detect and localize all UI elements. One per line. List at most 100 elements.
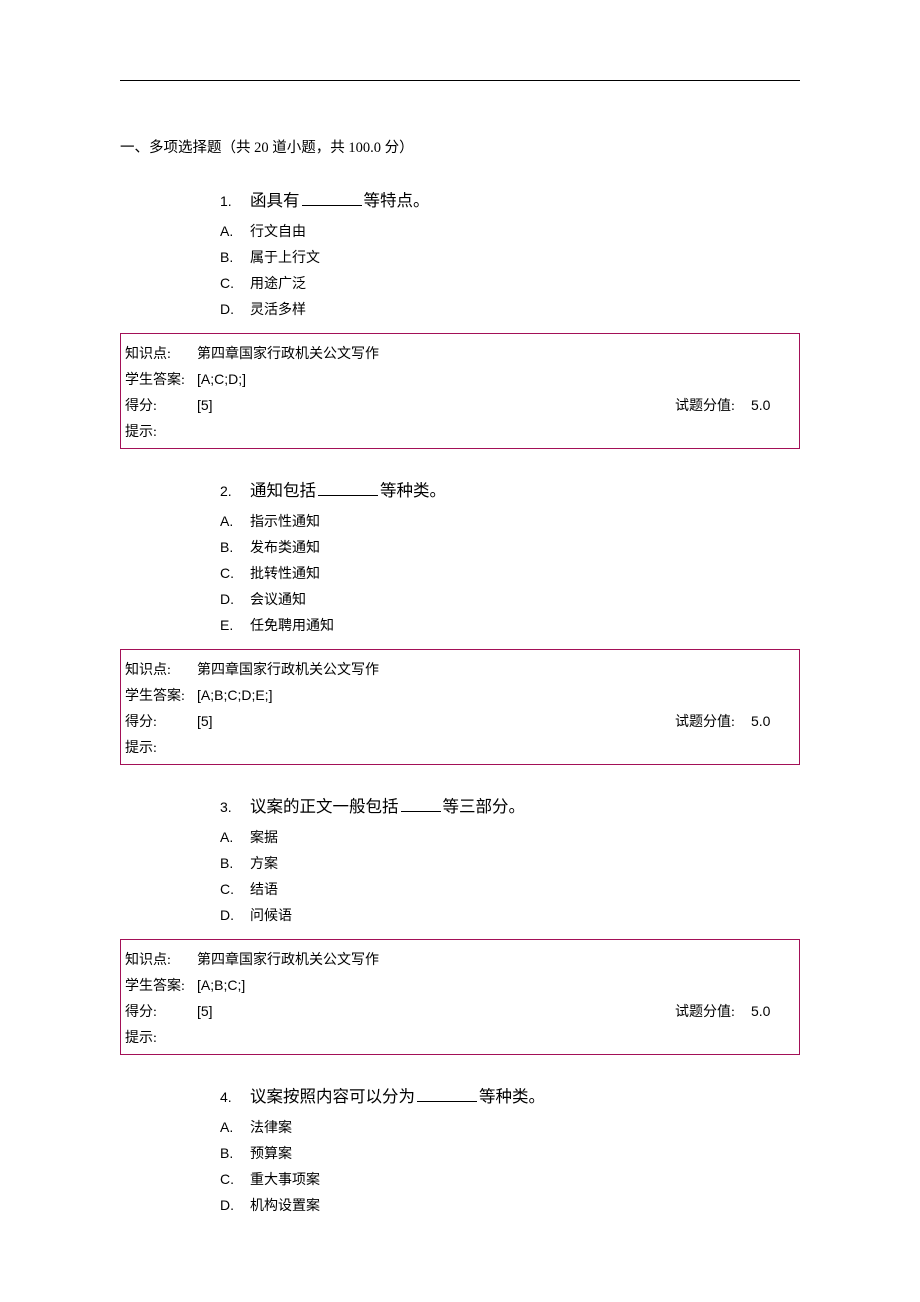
- stem-post: 等种类。: [479, 1087, 545, 1106]
- option-item: B.方案: [220, 853, 800, 873]
- option-letter: A.: [220, 1119, 250, 1135]
- option-item: A.指示性通知: [220, 511, 800, 531]
- question-text: 议案按照内容可以分为 等种类。: [250, 1083, 545, 1107]
- option-letter: A.: [220, 223, 250, 239]
- option-item: B.发布类通知: [220, 537, 800, 557]
- option-letter: C.: [220, 565, 250, 581]
- top-divider: [120, 80, 800, 81]
- answer-box: 知识点:第四章国家行政机关公文写作学生答案:[A;C;D;]得分:[5]试题分值…: [120, 333, 800, 449]
- stem-pre: 议案按照内容可以分为: [250, 1087, 415, 1106]
- question-text: 通知包括 等种类。: [250, 477, 446, 501]
- question-number: 1.: [220, 193, 250, 209]
- option-item: D.灵活多样: [220, 299, 800, 319]
- option-text: 会议通知: [250, 589, 306, 609]
- stem-post: 等种类。: [380, 481, 446, 500]
- option-text: 属于上行文: [250, 247, 320, 267]
- fill-blank: [401, 796, 441, 813]
- option-text: 法律案: [250, 1117, 292, 1137]
- student-answer-label: 学生答案:: [125, 975, 197, 995]
- question-block: 1.函具有等特点。A.行文自由B.属于上行文C.用途广泛D.灵活多样: [220, 187, 800, 319]
- answer-box: 知识点:第四章国家行政机关公文写作学生答案:[A;B;C;]得分:[5]试题分值…: [120, 939, 800, 1055]
- option-text: 用途广泛: [250, 273, 306, 293]
- option-text: 重大事项案: [250, 1169, 320, 1189]
- option-letter: D.: [220, 1197, 250, 1213]
- stem-post: 等特点。: [364, 191, 430, 210]
- hint-label: 提示:: [125, 737, 197, 757]
- hint-label: 提示:: [125, 421, 197, 441]
- option-text: 问候语: [250, 905, 292, 925]
- student-answer-row: 学生答案:[A;C;D;]: [121, 366, 799, 392]
- stem-post: 等三部分。: [443, 797, 526, 816]
- option-letter: D.: [220, 301, 250, 317]
- options-list: A.法律案B.预算案C.重大事项案D.机构设置案: [220, 1117, 800, 1215]
- option-item: E.任免聘用通知: [220, 615, 800, 635]
- question-number: 3.: [220, 799, 250, 815]
- question-block: 4.议案按照内容可以分为等种类。A.法律案B.预算案C.重大事项案D.机构设置案: [220, 1083, 800, 1215]
- option-text: 发布类通知: [250, 537, 320, 557]
- full-score-value: 5.0: [751, 397, 791, 413]
- full-score-label: 试题分值:: [675, 1001, 751, 1021]
- question-stem: 3.议案的正文一般包括等三部分。: [220, 793, 800, 817]
- score-row: 得分:[5]试题分值:5.0: [121, 392, 799, 418]
- student-answer-row: 学生答案:[A;B;C;]: [121, 972, 799, 998]
- hint-row: 提示:: [121, 734, 799, 760]
- option-text: 批转性通知: [250, 563, 320, 583]
- hint-row: 提示:: [121, 418, 799, 444]
- option-item: C.批转性通知: [220, 563, 800, 583]
- option-item: D.机构设置案: [220, 1195, 800, 1215]
- question-number: 2.: [220, 483, 250, 499]
- option-letter: B.: [220, 1145, 250, 1161]
- options-list: A.行文自由B.属于上行文C.用途广泛D.灵活多样: [220, 221, 800, 319]
- question-block: 3.议案的正文一般包括等三部分。A.案据B.方案C.结语D.问候语: [220, 793, 800, 925]
- knowledge-row: 知识点:第四章国家行政机关公文写作: [121, 656, 799, 682]
- option-text: 任免聘用通知: [250, 615, 334, 635]
- section-header: 一、多项选择题（共 20 道小题，共 100.0 分）: [120, 136, 800, 157]
- options-list: A.案据B.方案C.结语D.问候语: [220, 827, 800, 925]
- student-answer-value: [A;B;C;]: [197, 977, 791, 993]
- fill-blank: [318, 480, 378, 497]
- option-letter: D.: [220, 591, 250, 607]
- document-page: 一、多项选择题（共 20 道小题，共 100.0 分） 1.函具有等特点。A.行…: [0, 0, 920, 1283]
- option-letter: B.: [220, 855, 250, 871]
- question-stem: 2.通知包括 等种类。: [220, 477, 800, 501]
- full-score-value: 5.0: [751, 713, 791, 729]
- hint-row: 提示:: [121, 1024, 799, 1050]
- student-answer-label: 学生答案:: [125, 685, 197, 705]
- full-score-label: 试题分值:: [675, 711, 751, 731]
- student-answer-value: [A;C;D;]: [197, 371, 791, 387]
- option-letter: C.: [220, 275, 250, 291]
- score-label: 得分:: [125, 1001, 197, 1021]
- option-text: 指示性通知: [250, 511, 320, 531]
- score-value: [5]: [197, 1003, 213, 1019]
- option-text: 方案: [250, 853, 278, 873]
- answer-box: 知识点:第四章国家行政机关公文写作学生答案:[A;B;C;D;E;]得分:[5]…: [120, 649, 800, 765]
- question-number: 4.: [220, 1089, 250, 1105]
- option-item: C.结语: [220, 879, 800, 899]
- option-text: 预算案: [250, 1143, 292, 1163]
- option-item: A.法律案: [220, 1117, 800, 1137]
- questions-container: 1.函具有等特点。A.行文自由B.属于上行文C.用途广泛D.灵活多样知识点:第四…: [120, 187, 800, 1215]
- stem-pre: 通知包括: [250, 481, 316, 500]
- score-label: 得分:: [125, 395, 197, 415]
- option-item: D.问候语: [220, 905, 800, 925]
- hint-label: 提示:: [125, 1027, 197, 1047]
- option-item: D.会议通知: [220, 589, 800, 609]
- student-answer-row: 学生答案:[A;B;C;D;E;]: [121, 682, 799, 708]
- knowledge-row: 知识点:第四章国家行政机关公文写作: [121, 946, 799, 972]
- score-row: 得分:[5]试题分值:5.0: [121, 708, 799, 734]
- question-text: 函具有等特点。: [250, 187, 430, 211]
- question-stem: 4.议案按照内容可以分为 等种类。: [220, 1083, 800, 1107]
- student-answer-value: [A;B;C;D;E;]: [197, 687, 791, 703]
- option-item: B.属于上行文: [220, 247, 800, 267]
- knowledge-value: 第四章国家行政机关公文写作: [197, 343, 791, 363]
- score-value: [5]: [197, 397, 213, 413]
- knowledge-row: 知识点:第四章国家行政机关公文写作: [121, 340, 799, 366]
- option-text: 行文自由: [250, 221, 306, 241]
- score-row: 得分:[5]试题分值:5.0: [121, 998, 799, 1024]
- option-letter: A.: [220, 829, 250, 845]
- question-block: 2.通知包括等种类。A.指示性通知B.发布类通知C.批转性通知D.会议通知E.任…: [220, 477, 800, 635]
- option-letter: C.: [220, 881, 250, 897]
- option-item: C.用途广泛: [220, 273, 800, 293]
- option-letter: B.: [220, 249, 250, 265]
- knowledge-label: 知识点:: [125, 343, 197, 363]
